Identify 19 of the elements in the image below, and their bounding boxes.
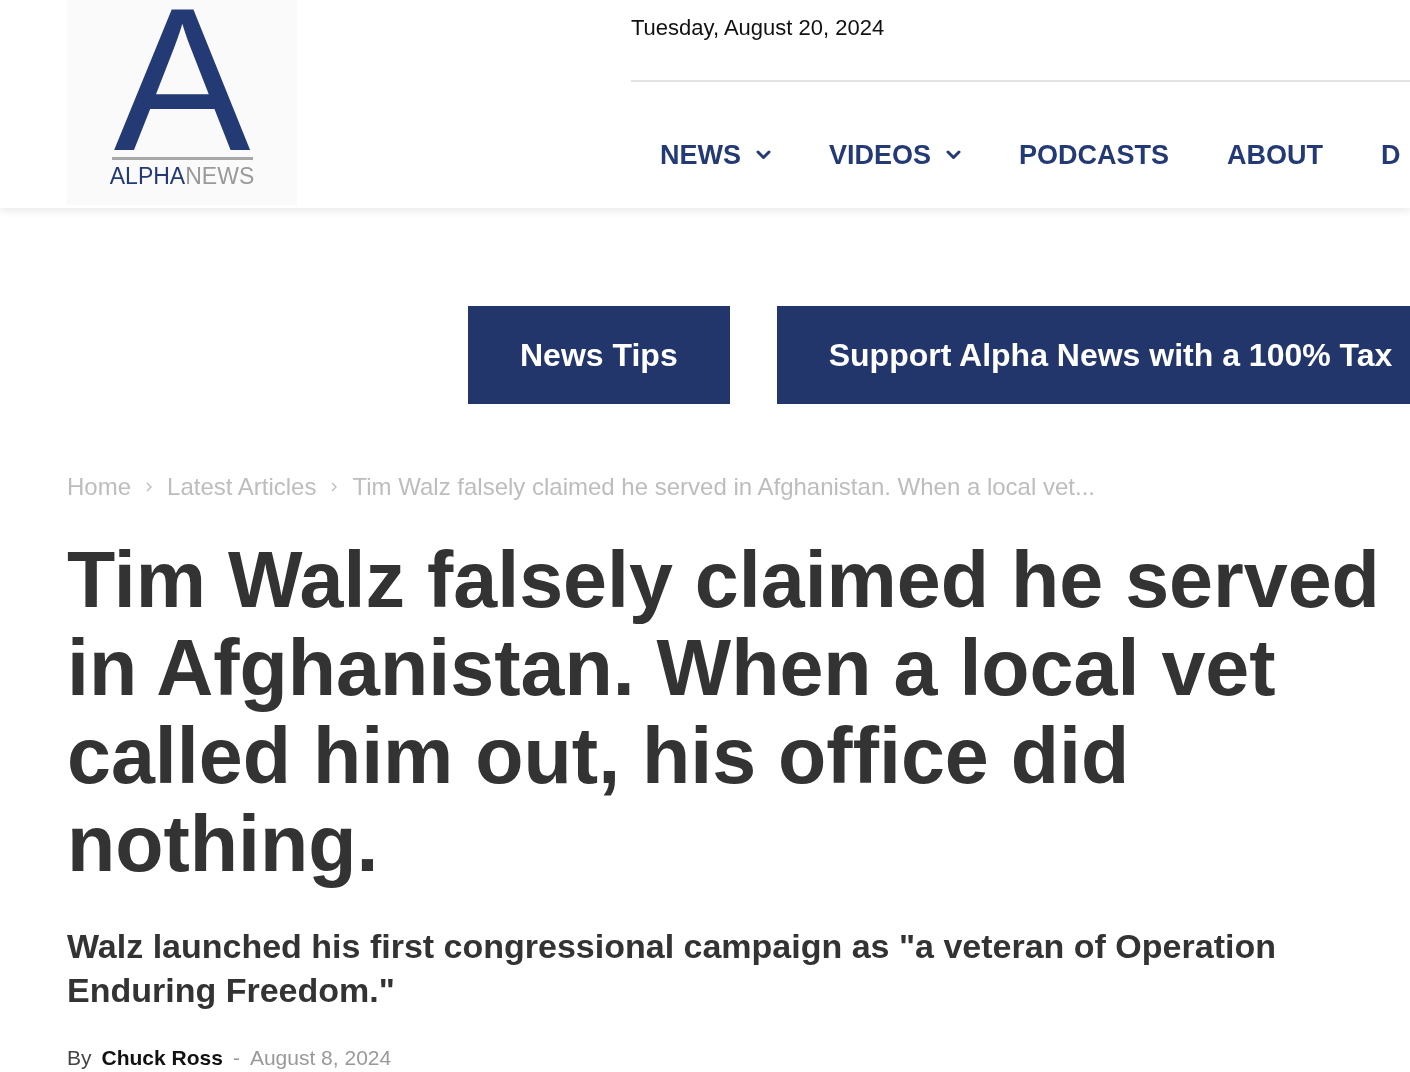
article-subtitle: Walz launched his first congressional campaign as "a veteran of Operation Enduring Freedom." — [67, 926, 1277, 1011]
publish-date: August 8, 2024 — [249, 1046, 392, 1070]
byline-prefix: By — [67, 1046, 92, 1070]
news-tips-button[interactable]: News Tips — [468, 306, 730, 404]
logo-letter: A — [113, 0, 251, 154]
current-date: Tuesday, August 20, 2024 — [631, 15, 885, 41]
chevron-right-icon — [331, 482, 338, 492]
byline-separator: - — [232, 1046, 240, 1070]
chevron-right-icon — [146, 482, 153, 492]
nav-link[interactable]: PODCASTS — [1019, 140, 1170, 170]
support-button[interactable]: Support Alpha News with a 100% Tax — [776, 306, 1410, 404]
author-link[interactable]: Chuck Ross — [101, 1046, 223, 1070]
breadcrumb-page-title: Tim Walz falsely claimed he served in Afghanistan. When a local vet... — [352, 472, 1095, 502]
nav-link[interactable]: ABOUT — [1227, 140, 1324, 170]
nav-link[interactable]: VIDEOS — [829, 140, 962, 170]
nav-link[interactable]: NEWS — [660, 140, 771, 170]
article-headline: Tim Walz falsely claimed he served in Afghanistan. When a local vet called him out, his office did nothing. — [67, 536, 1381, 888]
logo-wordmark: ALPHANEWS — [109, 163, 255, 189]
nav-link[interactable]: D — [1381, 140, 1401, 170]
